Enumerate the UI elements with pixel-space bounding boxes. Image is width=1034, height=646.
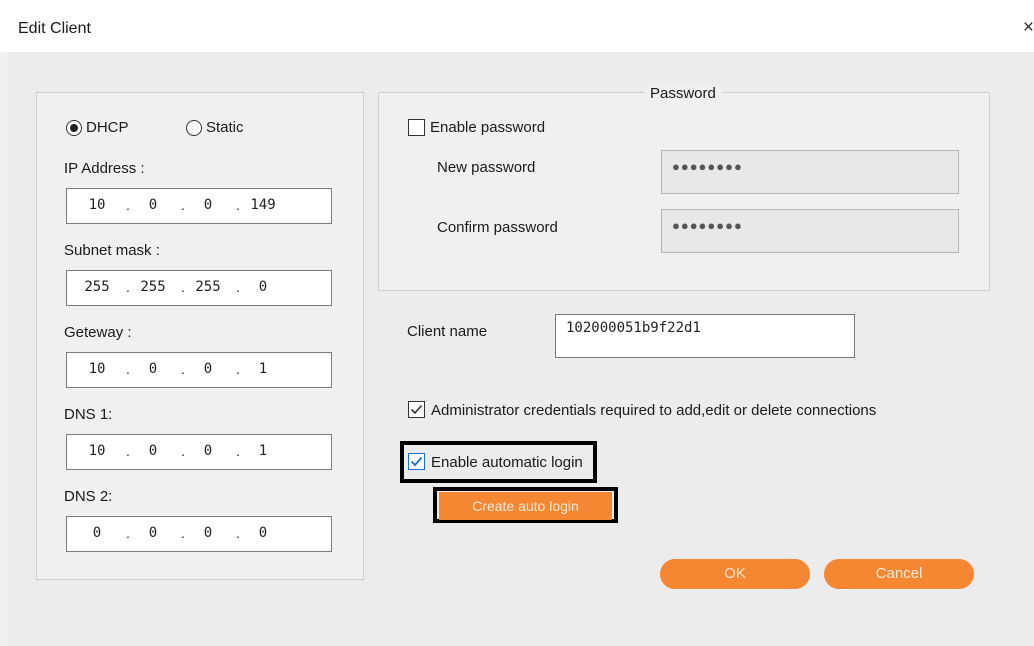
ip-address-label: IP Address : [64,160,145,177]
dns2-octet-1: 0 [92,525,102,541]
dns2-dot: . [236,525,240,541]
dns1-field[interactable]: 10 . 0 . 0 . 1 [66,434,332,470]
new-password-input[interactable]: ●●●●●●●● [661,150,959,194]
dns1-octet-4: 1 [258,443,268,459]
ip-dot: . [181,197,185,213]
ip-dot: . [236,197,240,213]
title-bar: Edit Client × [0,0,1034,52]
admin-credentials-label: Administrator credentials required to ad… [431,402,877,419]
gateway-octet-4: 1 [258,361,268,377]
gateway-octet-1: 10 [88,361,106,377]
dns2-octet-3: 0 [203,525,213,541]
password-group-title: Password [644,85,722,102]
dhcp-label: DHCP [86,119,129,136]
dhcp-radio[interactable] [66,120,82,136]
dns2-dot: . [181,525,185,541]
dns1-octet-1: 10 [88,443,106,459]
checkmark-icon [410,456,423,467]
ip-octet-2: 0 [148,197,158,213]
dns2-dot: . [126,525,130,541]
confirm-password-label: Confirm password [437,219,558,236]
subnet-dot: . [236,279,240,295]
subnet-octet-2: 255 [140,279,166,295]
gateway-field[interactable]: 10 . 0 . 0 . 1 [66,352,332,388]
subnet-octet-3: 255 [195,279,221,295]
static-radio[interactable] [186,120,202,136]
dns1-dot: . [236,443,240,459]
dns2-label: DNS 2: [64,488,113,505]
gateway-octet-3: 0 [203,361,213,377]
enable-autologin-label: Enable automatic login [431,454,583,471]
confirm-password-input[interactable]: ●●●●●●●● [661,209,959,253]
gateway-dot: . [181,361,185,377]
client-name-input[interactable]: 102000051b9f22d1 [555,314,855,358]
gateway-dot: . [126,361,130,377]
ip-address-field[interactable]: 10 . 0 . 0 . 149 [66,188,332,224]
ip-octet-4: 149 [250,197,276,213]
close-icon[interactable]: × [1023,18,1034,38]
subnet-mask-label: Subnet mask : [64,242,160,259]
subnet-mask-field[interactable]: 255 . 255 . 255 . 0 [66,270,332,306]
dns1-octet-2: 0 [148,443,158,459]
checkmark-icon [410,404,423,415]
create-autologin-button[interactable]: Create auto login [439,492,612,520]
dns2-octet-4: 0 [258,525,268,541]
dns1-label: DNS 1: [64,406,113,423]
dns1-dot: . [126,443,130,459]
client-name-label: Client name [407,323,488,340]
ok-button[interactable]: OK [660,559,810,589]
ip-dot: . [126,197,130,213]
enable-password-label: Enable password [430,119,546,136]
ip-octet-1: 10 [88,197,106,213]
static-label: Static [206,119,244,136]
dns1-octet-3: 0 [203,443,213,459]
subnet-dot: . [181,279,185,295]
gateway-octet-2: 0 [148,361,158,377]
enable-autologin-checkbox[interactable] [408,453,425,470]
dns1-dot: . [181,443,185,459]
gateway-label: Geteway : [64,324,132,341]
admin-credentials-checkbox[interactable] [408,401,425,418]
gateway-dot: . [236,361,240,377]
subnet-dot: . [126,279,130,295]
subnet-octet-1: 255 [84,279,110,295]
new-password-label: New password [437,159,536,176]
dns2-octet-2: 0 [148,525,158,541]
dns2-field[interactable]: 0 . 0 . 0 . 0 [66,516,332,552]
enable-password-checkbox[interactable] [408,119,425,136]
window-title: Edit Client [18,20,91,37]
subnet-octet-4: 0 [258,279,268,295]
ip-octet-3: 0 [203,197,213,213]
cancel-button[interactable]: Cancel [824,559,974,589]
